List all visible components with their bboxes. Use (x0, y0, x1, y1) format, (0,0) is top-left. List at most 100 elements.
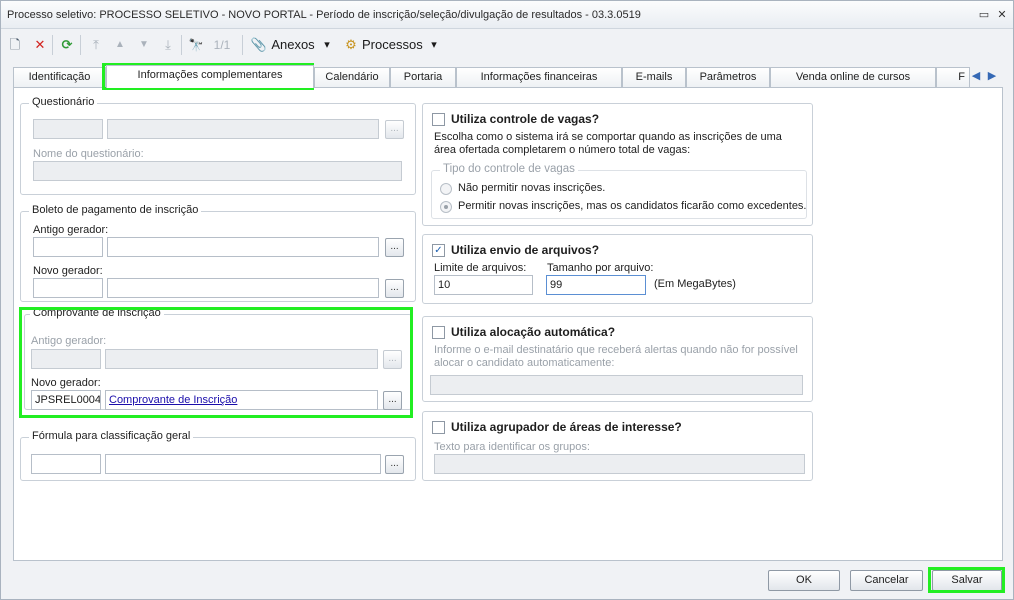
formula-desc-field[interactable] (105, 454, 381, 474)
tab-emails[interactable]: E-mails (622, 67, 686, 87)
boleto-novo-code-field[interactable] (33, 278, 103, 298)
tab-scroll-right-icon[interactable]: ▶ (984, 67, 1000, 87)
alocacao-group: Utiliza alocação automática? Informe o e… (422, 316, 813, 402)
binoculars-icon[interactable]: 🔭 (187, 36, 205, 54)
alocacao-description: Informe o e-mail destinatário que recebe… (434, 344, 798, 369)
toolbar: 🗋 ✕ ⟳ ⤒ ▲ ▼ ⤓ 🔭 1/1 📎 Anexos ▾ ⚙ Process… (1, 30, 1013, 60)
comprovante-novo-desc-field[interactable]: Comprovante de Inscrição (105, 390, 378, 410)
boleto-novo-desc-field[interactable] (107, 278, 379, 298)
processes-icon[interactable]: ⚙ (342, 36, 360, 54)
close-icon[interactable]: ✕ (995, 8, 1009, 22)
radio-nao-permitir[interactable] (440, 183, 452, 195)
agrupador-text-field[interactable] (434, 454, 805, 474)
boleto-novo-label: Novo gerador: (33, 265, 103, 277)
comprovante-novo-code-field[interactable]: JPSREL0004 (31, 390, 101, 410)
vagas-description: Escolha como o sistema irá se comportar … (434, 131, 782, 156)
agrupador-checkbox[interactable] (432, 421, 445, 434)
limite-arquivos-field[interactable]: 10 (434, 275, 533, 295)
chevron-down-icon[interactable]: ▾ (428, 36, 440, 54)
record-counter: 1/1 (213, 38, 231, 52)
boleto-antigo-code-field[interactable] (33, 237, 103, 257)
formula-lookup-button[interactable]: ... (385, 455, 404, 474)
toolbar-separator (242, 35, 243, 55)
alocacao-checkbox-label[interactable]: Utiliza alocação automática? (451, 325, 615, 339)
formula-title: Fórmula para classificação geral (29, 430, 194, 442)
arquivos-group: ✓ Utiliza envio de arquivos? Limite de a… (422, 234, 813, 304)
tab-scroll-left-icon[interactable]: ◀ (968, 67, 984, 87)
questionario-name-label: Nome do questionário: (33, 148, 144, 160)
alocacao-checkbox[interactable] (432, 326, 445, 339)
questionario-group: Questionário ... Nome do questionário: (20, 96, 416, 195)
vagas-group: Utiliza controle de vagas? Escolha como … (422, 103, 813, 226)
formula-group: Fórmula para classificação geral ... (20, 430, 416, 481)
comprovante-title: Comprovante de inscrição (30, 307, 164, 319)
questionario-name-field[interactable] (33, 161, 402, 181)
tipo-controle-title: Tipo do controle de vagas (440, 163, 578, 175)
formula-code-field[interactable] (31, 454, 101, 474)
questionario-lookup-button[interactable]: ... (385, 120, 404, 139)
tab-informacoes-financeiras[interactable]: Informações financeiras (456, 67, 622, 87)
window-title: Processo seletivo: PROCESSO SELETIVO - N… (7, 9, 641, 21)
comprovante-novo-label: Novo gerador: (31, 377, 101, 389)
comprovante-antigo-lookup-button[interactable]: ... (383, 350, 402, 369)
next-record-icon[interactable]: ▼ (135, 36, 153, 54)
unit-label: (Em MegaBytes) (654, 278, 736, 290)
questionario-description-field[interactable] (107, 119, 379, 139)
tab-identificacao[interactable]: Identificação (13, 67, 106, 87)
cancel-button[interactable]: Cancelar (850, 570, 923, 591)
attachments-button[interactable]: Anexos (271, 36, 315, 54)
toolbar-separator (52, 35, 53, 55)
tab-parametros[interactable]: Parâmetros (686, 67, 770, 87)
ok-button[interactable]: OK (768, 570, 840, 591)
processes-button[interactable]: Processos (362, 36, 423, 54)
tab-truncated[interactable]: F (936, 67, 970, 87)
toolbar-separator (80, 35, 81, 55)
limite-arquivos-label: Limite de arquivos: (434, 262, 527, 274)
tamanho-arquivo-label: Tamanho por arquivo: (547, 262, 654, 274)
refresh-icon[interactable]: ⟳ (58, 36, 76, 54)
boleto-group: Boleto de pagamento de inscrição Antigo … (20, 204, 416, 302)
vagas-checkbox-label[interactable]: Utiliza controle de vagas? (451, 112, 599, 126)
boleto-title: Boleto de pagamento de inscrição (29, 204, 202, 216)
tab-venda-online[interactable]: Venda online de cursos (770, 67, 936, 87)
agrupador-checkbox-label[interactable]: Utiliza agrupador de áreas de interesse? (451, 420, 682, 434)
radio-permitir-excedentes-label[interactable]: Permitir novas inscrições, mas os candid… (458, 200, 807, 212)
arquivos-checkbox[interactable]: ✓ (432, 244, 445, 257)
alocacao-email-field[interactable] (430, 375, 803, 395)
tamanho-arquivo-field[interactable]: 99 (546, 275, 646, 295)
questionario-code-field[interactable] (33, 119, 103, 139)
tipo-controle-group: Tipo do controle de vagas Não permitir n… (431, 163, 807, 219)
chevron-down-icon[interactable]: ▾ (321, 36, 333, 54)
last-record-icon[interactable]: ⤓ (159, 36, 177, 54)
paperclip-icon[interactable]: 📎 (250, 36, 268, 54)
tab-portaria[interactable]: Portaria (390, 67, 456, 87)
comprovante-novo-link[interactable]: Comprovante de Inscrição (109, 394, 237, 406)
tab-calendario[interactable]: Calendário (314, 67, 390, 87)
arquivos-checkbox-label[interactable]: Utiliza envio de arquivos? (451, 243, 599, 257)
new-record-icon[interactable]: 🗋 (6, 36, 24, 54)
comprovante-group: Comprovante de inscrição Antigo gerador:… (24, 307, 412, 410)
comprovante-novo-lookup-button[interactable]: ... (383, 391, 402, 410)
boleto-antigo-lookup-button[interactable]: ... (385, 238, 404, 257)
save-button[interactable]: Salvar (932, 570, 1002, 591)
tab-panel: Questionário ... Nome do questionário: B… (13, 87, 1003, 561)
title-bar: Processo seletivo: PROCESSO SELETIVO - N… (1, 1, 1013, 29)
radio-nao-permitir-label[interactable]: Não permitir novas inscrições. (458, 182, 605, 194)
radio-permitir-excedentes[interactable] (440, 201, 452, 213)
comprovante-antigo-code-field[interactable] (31, 349, 101, 369)
agrupador-group: Utiliza agrupador de áreas de interesse?… (422, 411, 813, 481)
first-record-icon[interactable]: ⤒ (87, 36, 105, 54)
comprovante-antigo-label: Antigo gerador: (31, 335, 107, 347)
tab-informacoes-complementares[interactable]: Informações complementares (106, 65, 314, 88)
window: Processo seletivo: PROCESSO SELETIVO - N… (0, 0, 1014, 600)
comprovante-antigo-desc-field[interactable] (105, 349, 378, 369)
questionario-title: Questionário (29, 96, 98, 108)
boleto-antigo-desc-field[interactable] (107, 237, 379, 257)
previous-record-icon[interactable]: ▲ (111, 36, 129, 54)
vagas-checkbox[interactable] (432, 113, 445, 126)
delete-icon[interactable]: ✕ (31, 36, 49, 54)
boleto-novo-lookup-button[interactable]: ... (385, 279, 404, 298)
toolbar-separator (181, 35, 182, 55)
tab-bar: Identificação Informações complementares… (13, 65, 1003, 88)
restore-icon[interactable]: ▭ (977, 8, 991, 22)
